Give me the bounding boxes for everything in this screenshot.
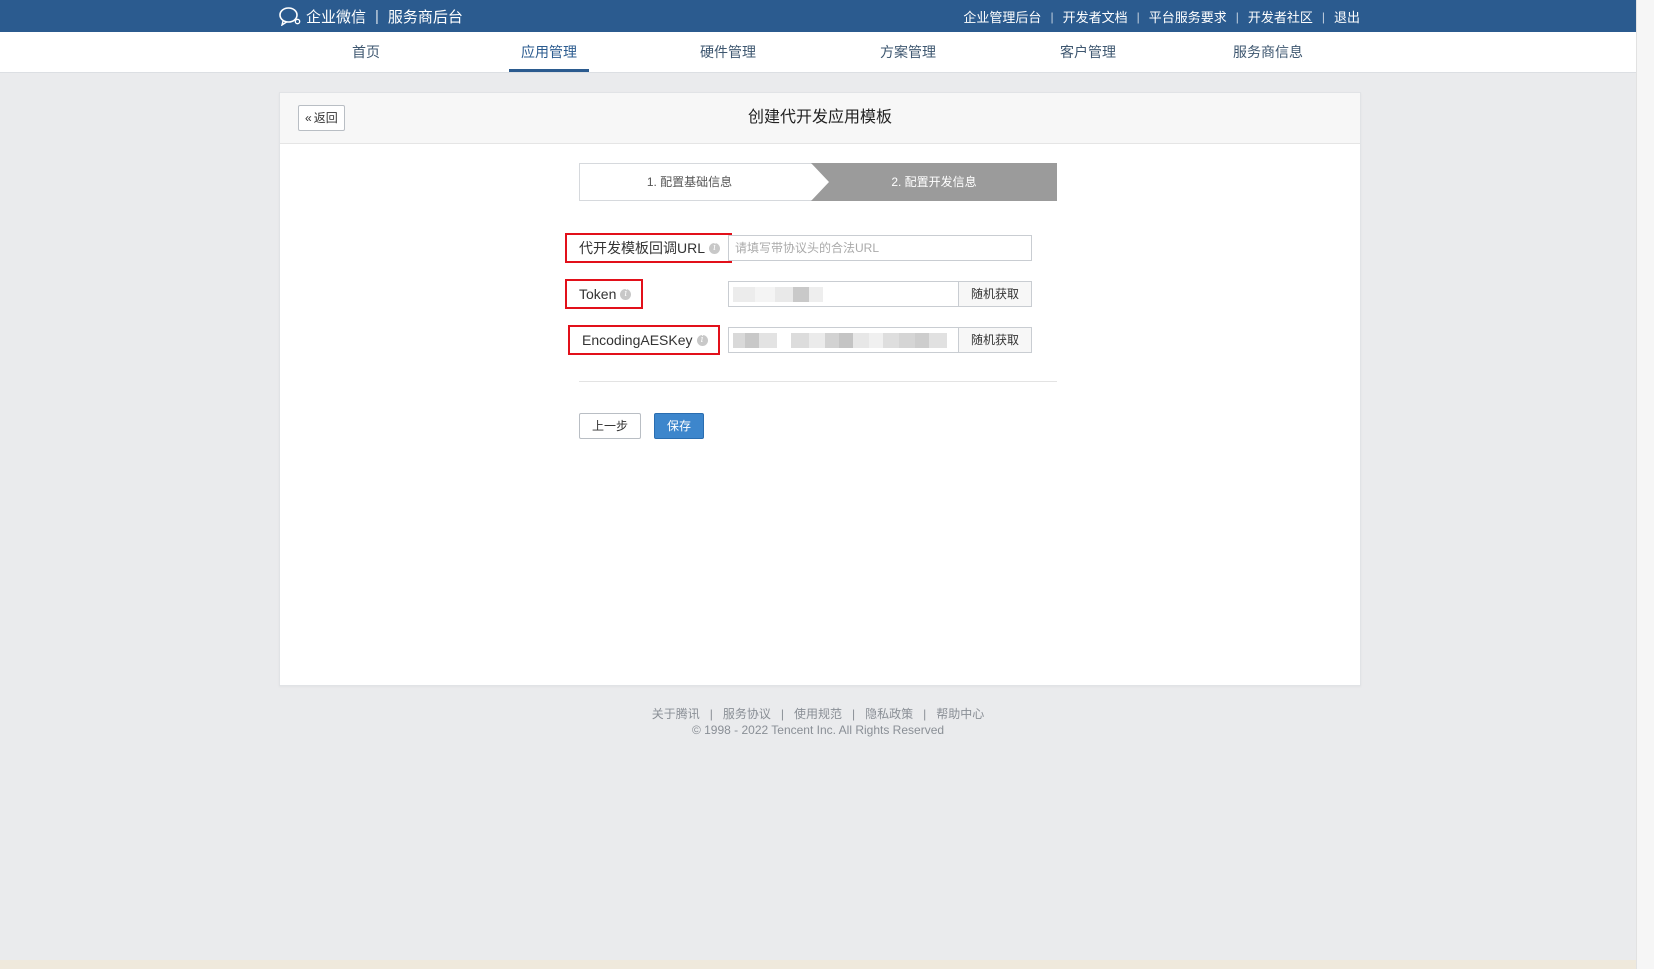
- mosaic-block: [929, 333, 947, 348]
- copyright: © 1998 - 2022 Tencent Inc. All Rights Re…: [691, 723, 945, 737]
- info-icon[interactable]: i: [696, 334, 708, 346]
- mosaic-block: [791, 333, 809, 348]
- callback-url-input[interactable]: [728, 235, 1032, 261]
- mosaic-block: [809, 287, 823, 302]
- top-link-developer-community[interactable]: 开发者社区: [1248, 7, 1313, 26]
- mosaic-block: [733, 333, 745, 348]
- top-link-logout[interactable]: 退出: [1334, 7, 1360, 26]
- mosaic-block: [793, 287, 809, 302]
- top-links: 企业管理后台 | 开发者文档 | 平台服务要求 | 开发者社区 | 退出: [963, 7, 1360, 26]
- footer-divider: |: [709, 707, 713, 721]
- top-link-divider: |: [1136, 9, 1140, 24]
- info-icon[interactable]: i: [709, 242, 721, 254]
- aeskey-label: EncodingAESKey i: [568, 325, 720, 355]
- form-divider: [579, 381, 1057, 382]
- footer-link-about[interactable]: 关于腾讯: [652, 707, 700, 721]
- callback-url-label-text: 代开发模板回调URL: [579, 240, 706, 256]
- aeskey-input[interactable]: [728, 327, 959, 353]
- previous-step-button[interactable]: 上一步: [579, 413, 641, 439]
- bottom-strip: [0, 960, 1636, 969]
- top-link-developer-docs[interactable]: 开发者文档: [1063, 7, 1128, 26]
- nav-item-provider-info[interactable]: 服务商信息: [1213, 32, 1323, 72]
- nav-item-solution-management[interactable]: 方案管理: [853, 32, 963, 72]
- step-basic-info: 1. 配置基础信息: [579, 163, 829, 201]
- footer-divider: |: [852, 707, 856, 721]
- wecom-logo-icon: [279, 7, 301, 26]
- top-link-divider: |: [1050, 9, 1054, 24]
- brand-separator: |: [375, 7, 379, 25]
- mosaic-block: [755, 287, 775, 302]
- mosaic-block: [759, 333, 777, 348]
- info-icon[interactable]: i: [620, 288, 632, 300]
- nav-item-home[interactable]: 首页: [311, 32, 421, 72]
- card-header: 创建代开发应用模板 « 返回: [280, 93, 1360, 144]
- aeskey-random-button[interactable]: 随机获取: [959, 327, 1032, 353]
- top-link-enterprise-admin[interactable]: 企业管理后台: [963, 7, 1041, 26]
- mosaic-block: [745, 333, 759, 348]
- mosaic-block: [825, 333, 839, 348]
- mosaic-block: [915, 333, 929, 348]
- brand-subtitle: 服务商后台: [387, 8, 463, 26]
- scrollbar[interactable]: [1636, 0, 1654, 969]
- step-indicator: 1. 配置基础信息 2. 配置开发信息: [579, 163, 1057, 201]
- aeskey-label-text: EncodingAESKey: [582, 332, 693, 348]
- footer-link-usage-rules[interactable]: 使用规范: [794, 707, 842, 721]
- top-link-platform-requirements[interactable]: 平台服务要求: [1149, 7, 1227, 26]
- token-input[interactable]: [728, 281, 959, 307]
- back-button-label: 返回: [313, 111, 338, 125]
- mosaic-block: [853, 333, 869, 348]
- mosaic-block: [869, 333, 883, 348]
- page-title: 创建代开发应用模板: [747, 109, 892, 126]
- callback-url-label: 代开发模板回调URL i: [565, 233, 733, 263]
- nav-item-customer-management[interactable]: 客户管理: [1033, 32, 1143, 72]
- footer-link-service-agreement[interactable]: 服务协议: [723, 707, 771, 721]
- aeskey-row: EncodingAESKey i 随机获取: [565, 325, 1045, 355]
- callback-url-row: 代开发模板回调URL i: [565, 233, 1045, 263]
- brand[interactable]: 企业微信 | 服务商后台: [278, 6, 463, 26]
- mosaic-block: [733, 287, 755, 302]
- create-template-card: 创建代开发应用模板 « 返回 1. 配置基础信息 2. 配置开发信息 代开发模板…: [279, 92, 1361, 686]
- top-bar: 企业微信 | 服务商后台 企业管理后台 | 开发者文档 | 平台服务要求 | 开…: [0, 0, 1636, 32]
- nav-item-app-management[interactable]: 应用管理: [494, 32, 604, 72]
- mosaic-block: [839, 333, 853, 348]
- brand-name: 企业微信: [306, 8, 367, 26]
- mosaic-block: [809, 333, 825, 348]
- footer-divider: |: [780, 707, 784, 721]
- top-link-divider: |: [1321, 9, 1325, 24]
- footer-link-help-center[interactable]: 帮助中心: [936, 707, 984, 721]
- mosaic-block: [883, 333, 899, 348]
- main-nav: 首页 应用管理 硬件管理 方案管理 客户管理 服务商信息: [0, 32, 1636, 73]
- footer-divider: |: [923, 707, 927, 721]
- step-dev-info: 2. 配置开发信息: [811, 163, 1057, 201]
- mosaic-block: [775, 287, 793, 302]
- token-random-button[interactable]: 随机获取: [959, 281, 1032, 307]
- top-link-divider: |: [1235, 9, 1239, 24]
- mosaic-block: [899, 333, 915, 348]
- footer-links: 关于腾讯 | 服务协议 | 使用规范 | 隐私政策 | 帮助中心: [0, 705, 1636, 722]
- nav-item-hardware-management[interactable]: 硬件管理: [673, 32, 783, 72]
- back-button[interactable]: « 返回: [298, 105, 345, 131]
- save-button[interactable]: 保存: [654, 413, 704, 439]
- token-row: Token i 随机获取: [565, 279, 1045, 309]
- double-chevron-left-icon: «: [305, 111, 312, 125]
- token-label: Token i: [565, 279, 644, 309]
- token-label-text: Token: [579, 286, 617, 302]
- footer-link-privacy[interactable]: 隐私政策: [865, 707, 913, 721]
